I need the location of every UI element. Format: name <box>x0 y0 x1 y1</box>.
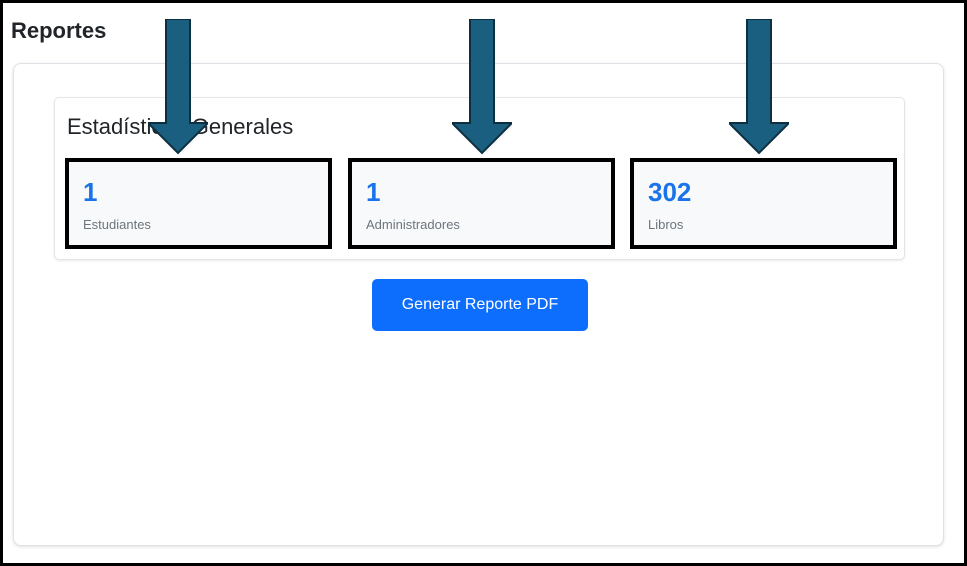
down-arrow-icon <box>148 19 208 155</box>
down-arrow-icon <box>452 19 512 155</box>
generate-pdf-button[interactable]: Generar Reporte PDF <box>372 279 588 331</box>
stat-label: Libros <box>648 217 684 232</box>
page-title: Reportes <box>11 18 107 43</box>
stat-label: Estudiantes <box>83 217 151 232</box>
stat-box-libros: 302 Libros <box>630 158 897 249</box>
stat-box-estudiantes: 1 Estudiantes <box>65 158 332 249</box>
stat-box-administradores: 1 Administradores <box>348 158 615 249</box>
stat-value: 302 <box>648 177 692 207</box>
down-arrow-icon <box>729 19 789 155</box>
stat-value: 1 <box>83 177 98 207</box>
stat-value: 1 <box>366 177 381 207</box>
stat-label: Administradores <box>366 217 460 232</box>
